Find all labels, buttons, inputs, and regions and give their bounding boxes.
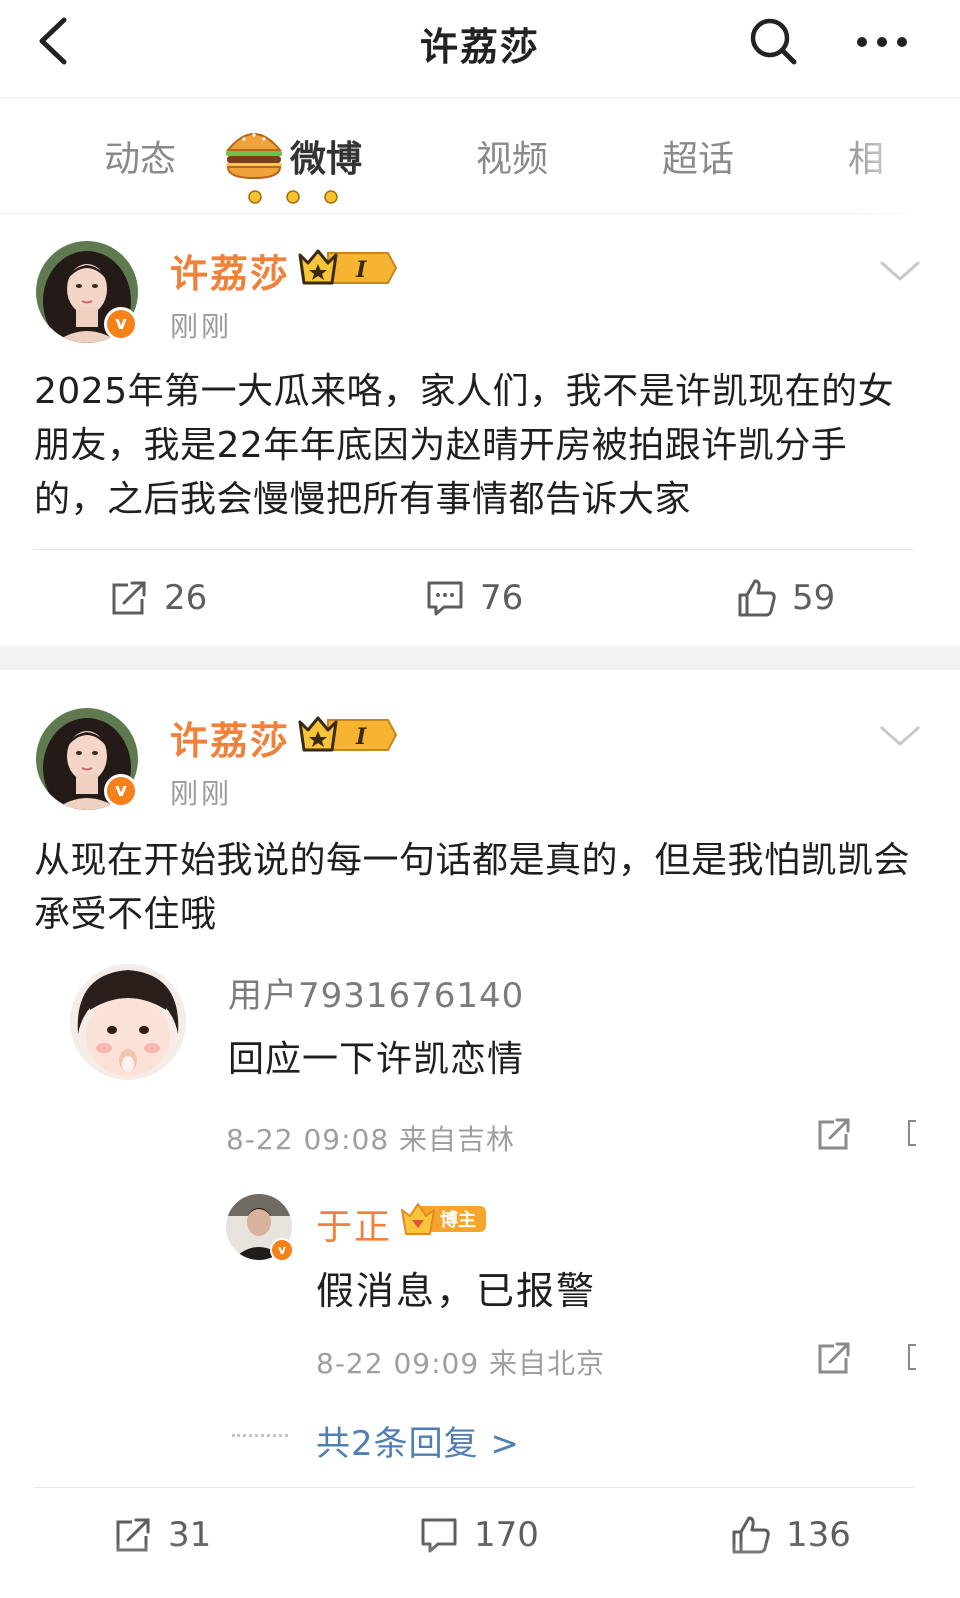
comment-text: 回应一下许凯恋情 xyxy=(228,1039,525,1080)
tab-video[interactable]: 视频 xyxy=(476,130,548,182)
top-navigation-bar: 许荔莎 xyxy=(0,0,960,98)
repost-count: 31 xyxy=(168,1515,212,1555)
profile-tabs: 动态 微博 视频 超话 相 xyxy=(0,98,960,214)
coin-icon xyxy=(324,190,338,204)
blogger-badge-text: 博主 xyxy=(440,1209,476,1231)
badge-level-text: I xyxy=(355,257,367,283)
post-time: 刚刚 xyxy=(170,777,233,810)
like-button[interactable]: 59 xyxy=(736,573,835,623)
coin-icon xyxy=(248,190,262,204)
commenter-avatar[interactable] xyxy=(70,964,186,1080)
repost-button[interactable]: 31 xyxy=(112,1510,211,1560)
share-icon[interactable] xyxy=(814,1114,854,1154)
chevron-down-icon[interactable] xyxy=(878,257,922,285)
cropped-icon xyxy=(908,1120,916,1146)
repost-button[interactable]: 26 xyxy=(108,573,207,623)
thread-dots xyxy=(232,1434,288,1437)
divider xyxy=(34,549,914,550)
commenter-name[interactable]: 用户7931676140 xyxy=(228,968,524,1017)
comment-button[interactable]: 170 xyxy=(418,1510,539,1560)
burger-icon xyxy=(225,133,283,180)
post-time: 刚刚 xyxy=(170,310,233,343)
reply-text: 假消息，已报警 xyxy=(316,1269,597,1313)
tab-fade xyxy=(840,98,960,214)
badge-level-text: I xyxy=(355,724,367,750)
comment-button[interactable]: 76 xyxy=(424,573,523,623)
chevron-down-icon[interactable] xyxy=(878,722,922,750)
post-content: 2025年第一大瓜来咯，家人们，我不是许凯现在的女朋友，我是22年年底因为赵晴开… xyxy=(34,371,895,520)
author-name[interactable]: 许荔莎 xyxy=(170,710,290,765)
cropped-icon xyxy=(908,1344,916,1370)
crown-level-badge-icon[interactable]: I xyxy=(298,714,398,756)
blogger-badge-icon: 博主 xyxy=(401,1203,486,1235)
verified-badge-icon: v xyxy=(104,307,138,341)
weibo-post: v 许荔莎 I 刚刚 2025年第一大瓜来咯，家人们，我不是许凯现在的女朋友，我… xyxy=(0,215,960,646)
like-count: 136 xyxy=(786,1515,851,1555)
share-icon[interactable] xyxy=(814,1338,854,1378)
like-button[interactable]: 136 xyxy=(730,1510,851,1560)
page-title: 许荔莎 xyxy=(419,25,540,69)
comment-count: 76 xyxy=(480,578,524,618)
thumbs-up-icon xyxy=(732,1516,770,1554)
more-replies-link[interactable]: 共2条回复 > xyxy=(316,1416,520,1465)
coin-icon xyxy=(286,190,300,204)
comment-count: 170 xyxy=(474,1515,539,1555)
comment-meta: 8-22 09:08 来自吉林 xyxy=(226,1123,516,1156)
tab-supertopic[interactable]: 超话 xyxy=(662,130,734,182)
more-horizontal-icon[interactable] xyxy=(852,22,912,62)
post-content: 从现在开始我说的每一句话都是真的，但是我怕凯凯会承受不住哦 xyxy=(34,840,911,935)
repost-icon xyxy=(112,581,146,615)
tab-weibo[interactable]: 微博 xyxy=(290,130,362,182)
repost-count: 26 xyxy=(164,578,208,618)
crown-level-badge-icon[interactable]: I xyxy=(298,247,398,289)
like-count: 59 xyxy=(792,578,836,618)
repost-icon xyxy=(116,1518,150,1552)
comment-icon xyxy=(421,1518,457,1553)
tab-dynamics[interactable]: 动态 xyxy=(104,130,176,182)
search-icon[interactable] xyxy=(746,14,800,68)
reply-meta: 8-22 09:09 来自北京 xyxy=(316,1347,606,1380)
verified-badge-icon: v xyxy=(270,1238,294,1262)
comment-icon xyxy=(427,581,463,616)
author-name[interactable]: 许荔莎 xyxy=(170,243,290,298)
divider xyxy=(34,1487,914,1488)
reply-author-name[interactable]: 于正 xyxy=(316,1198,392,1250)
verified-badge-icon: v xyxy=(104,774,138,808)
feed-separator xyxy=(0,646,960,670)
thumbs-up-icon xyxy=(738,579,776,617)
